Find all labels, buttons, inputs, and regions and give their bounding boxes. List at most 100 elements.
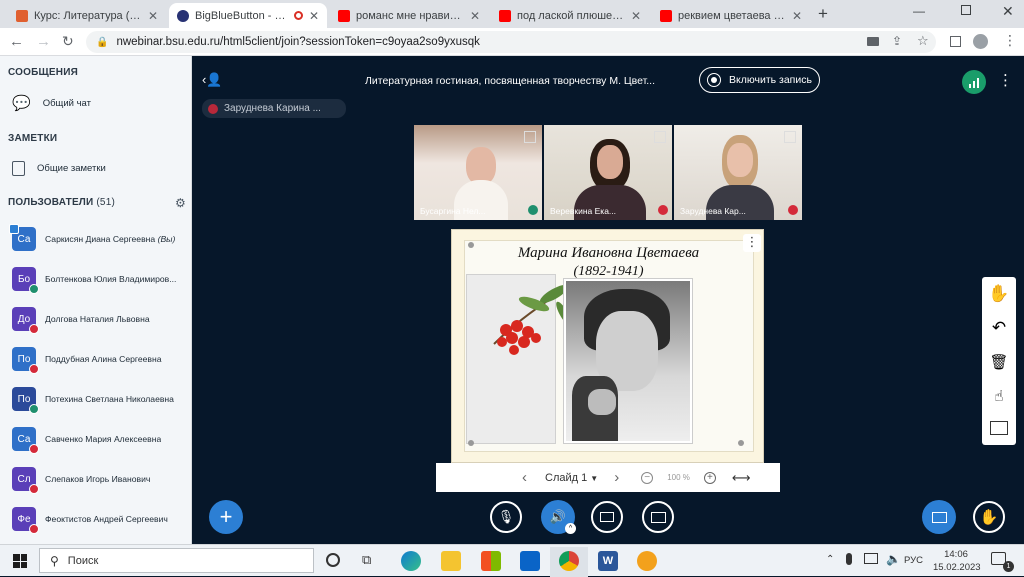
- prev-slide-button[interactable]: ‹: [522, 469, 527, 486]
- user-list-item[interactable]: Сл Слепаков Игорь Иванович: [12, 466, 188, 494]
- browser-menu-icon[interactable]: ⋮: [1003, 32, 1017, 49]
- back-icon[interactable]: ←: [9, 33, 24, 50]
- raise-hand-button[interactable]: ✋: [973, 501, 1005, 533]
- slide-options-icon[interactable]: ⋮: [743, 234, 761, 252]
- taskbar-search-field[interactable]: ⚲ Поиск: [39, 548, 314, 573]
- expand-icon[interactable]: [524, 131, 536, 143]
- tab-favicon-icon: [177, 9, 189, 22]
- user-list-item[interactable]: По Поддубная Алина Сергеевна: [12, 346, 188, 374]
- windows-taskbar: ⚲ Поиск ⧉ W ⌃ 🔈 РУС 14:06 15.02.2023 1: [0, 544, 1024, 577]
- tab-title: реквием цветаева - YouT...: [678, 9, 786, 22]
- task-view-icon[interactable]: ⧉: [362, 552, 371, 568]
- browser-tab[interactable]: романс мне нравится чт... ✕: [330, 3, 488, 28]
- audio-options-chevron-icon[interactable]: ^: [565, 523, 576, 534]
- chrome-icon[interactable]: [559, 551, 579, 571]
- yandex-browser-icon[interactable]: [637, 551, 657, 571]
- tab-favicon-icon: [660, 9, 672, 22]
- user-avatar: Са: [9, 224, 36, 251]
- toggle-userlist-icon[interactable]: ‹👤: [202, 72, 223, 88]
- url-field[interactable]: 🔒 nwebinar.bsu.edu.ru/html5client/join?s…: [86, 31, 936, 53]
- volume-icon[interactable]: 🔈: [886, 552, 901, 566]
- mute-mic-button[interactable]: 🎙: [490, 501, 522, 533]
- windows-start-icon[interactable]: [13, 554, 27, 568]
- clock[interactable]: 14:06 15.02.2023: [933, 548, 981, 574]
- you-marker: (Вы): [157, 234, 176, 244]
- presentation-toggle-button[interactable]: [922, 500, 956, 534]
- zoom-in-button[interactable]: +: [703, 471, 716, 484]
- options-menu-icon[interactable]: ⋮: [998, 71, 1013, 89]
- user-list-item[interactable]: Фе Феоктистов Андрей Сергеевич: [12, 506, 188, 534]
- new-tab-button[interactable]: +: [818, 4, 828, 24]
- user-list-item[interactable]: До Долгова Наталия Львовна: [12, 306, 188, 334]
- tab-close-icon[interactable]: ✕: [470, 9, 480, 23]
- microphone-tray-icon[interactable]: [846, 553, 852, 565]
- meeting-title: Литературная гостиная, посвященная творч…: [365, 75, 656, 87]
- input-language[interactable]: РУС: [904, 555, 923, 566]
- multi-user-pointer-icon[interactable]: ☝: [982, 379, 1016, 413]
- hand-tool-icon[interactable]: ✋: [982, 277, 1016, 311]
- user-list-item[interactable]: Са Савченко Мария Алексеевна: [12, 426, 188, 454]
- pin-icon: [468, 242, 474, 248]
- share-icon[interactable]: ⇪: [892, 34, 902, 48]
- minimize-icon[interactable]: —: [913, 4, 925, 18]
- word-icon[interactable]: W: [598, 551, 618, 571]
- shared-notes-item[interactable]: Общие заметки: [12, 161, 106, 176]
- tab-close-icon[interactable]: ✕: [792, 9, 802, 23]
- talking-indicator[interactable]: Заруднева Карина ...: [202, 99, 346, 118]
- user-list-item[interactable]: По Потехина Светлана Николаевна: [12, 386, 188, 414]
- browser-tab[interactable]: Курс: Литература (Инжин... ✕: [8, 3, 166, 28]
- zoom-out-button[interactable]: −: [641, 471, 654, 484]
- camera-icon[interactable]: [867, 37, 879, 46]
- browser-tab[interactable]: под лаской плюшевого п... ✕: [491, 3, 649, 28]
- file-explorer-icon[interactable]: [441, 551, 461, 571]
- video-tile-3[interactable]: Заруднева Кар...: [674, 125, 802, 220]
- trash-icon[interactable]: 🗑: [982, 345, 1016, 379]
- browser-tab[interactable]: BigBlueButton - Литер... ✕: [169, 3, 327, 28]
- tab-close-icon[interactable]: ✕: [148, 9, 158, 23]
- user-list-item[interactable]: Са Саркисян Диана Сергеевна (Вы): [9, 224, 188, 252]
- video-tile-2[interactable]: Веревкина Ека...: [544, 125, 672, 220]
- reload-icon[interactable]: ↻: [62, 33, 74, 50]
- users-settings-gear-icon[interactable]: ⚙: [175, 196, 186, 210]
- cortana-icon[interactable]: [326, 553, 340, 567]
- mail-icon[interactable]: [520, 551, 540, 571]
- user-name: Слепаков Игорь Иванович: [45, 474, 151, 484]
- bookmark-star-icon[interactable]: ☆: [917, 33, 929, 49]
- side-panel-icon[interactable]: [950, 36, 961, 47]
- mic-on-icon: [528, 205, 538, 215]
- tab-close-icon[interactable]: ✕: [631, 9, 641, 23]
- actions-plus-button[interactable]: +: [209, 500, 243, 534]
- toggle-whiteboard-icon[interactable]: [982, 411, 1016, 445]
- tray-chevron-icon[interactable]: ⌃: [826, 554, 834, 565]
- browser-tab-bar: Курс: Литература (Инжин...✕BigBlueButton…: [0, 0, 1024, 28]
- pin-icon: [468, 440, 474, 446]
- expand-icon[interactable]: [784, 131, 796, 143]
- connection-status-icon[interactable]: [962, 70, 986, 94]
- store-icon[interactable]: [481, 551, 501, 571]
- slide-selector[interactable]: Слайд 1 ▼: [545, 472, 598, 484]
- forward-icon[interactable]: →: [36, 33, 51, 50]
- tab-close-icon[interactable]: ✕: [309, 9, 319, 23]
- browser-tab[interactable]: реквием цветаева - YouT... ✕: [652, 3, 810, 28]
- public-chat-item[interactable]: 💬 Общий чат: [12, 94, 91, 112]
- tab-favicon-icon: [338, 9, 350, 22]
- camera-button[interactable]: [591, 501, 623, 533]
- person-figure: [727, 143, 753, 177]
- restore-icon[interactable]: [961, 5, 971, 15]
- record-button[interactable]: Включить запись: [699, 67, 820, 93]
- edge-icon[interactable]: [401, 551, 421, 571]
- screenshare-button[interactable]: [642, 501, 674, 533]
- undo-icon[interactable]: ↶: [982, 311, 1016, 345]
- fit-width-button[interactable]: ⟷: [732, 470, 751, 486]
- mic-off-icon: [788, 205, 798, 215]
- presentation-controls: ‹ Слайд 1 ▼ › − 100 % + ⟷: [436, 463, 780, 492]
- expand-icon[interactable]: [654, 131, 666, 143]
- video-tile-1[interactable]: Бусаргина Нел...: [414, 125, 542, 220]
- video-name: Веревкина Ека...: [550, 206, 617, 216]
- presentation-slide[interactable]: Марина Ивановна Цветаева (1892-1941) ⋮: [451, 229, 764, 463]
- profile-avatar[interactable]: [973, 34, 988, 49]
- network-icon[interactable]: [864, 553, 878, 564]
- next-slide-button[interactable]: ›: [614, 469, 619, 486]
- user-list-item[interactable]: Бо Болтенкова Юлия Владимиров...: [12, 266, 188, 294]
- close-window-icon[interactable]: ✕: [1002, 3, 1014, 20]
